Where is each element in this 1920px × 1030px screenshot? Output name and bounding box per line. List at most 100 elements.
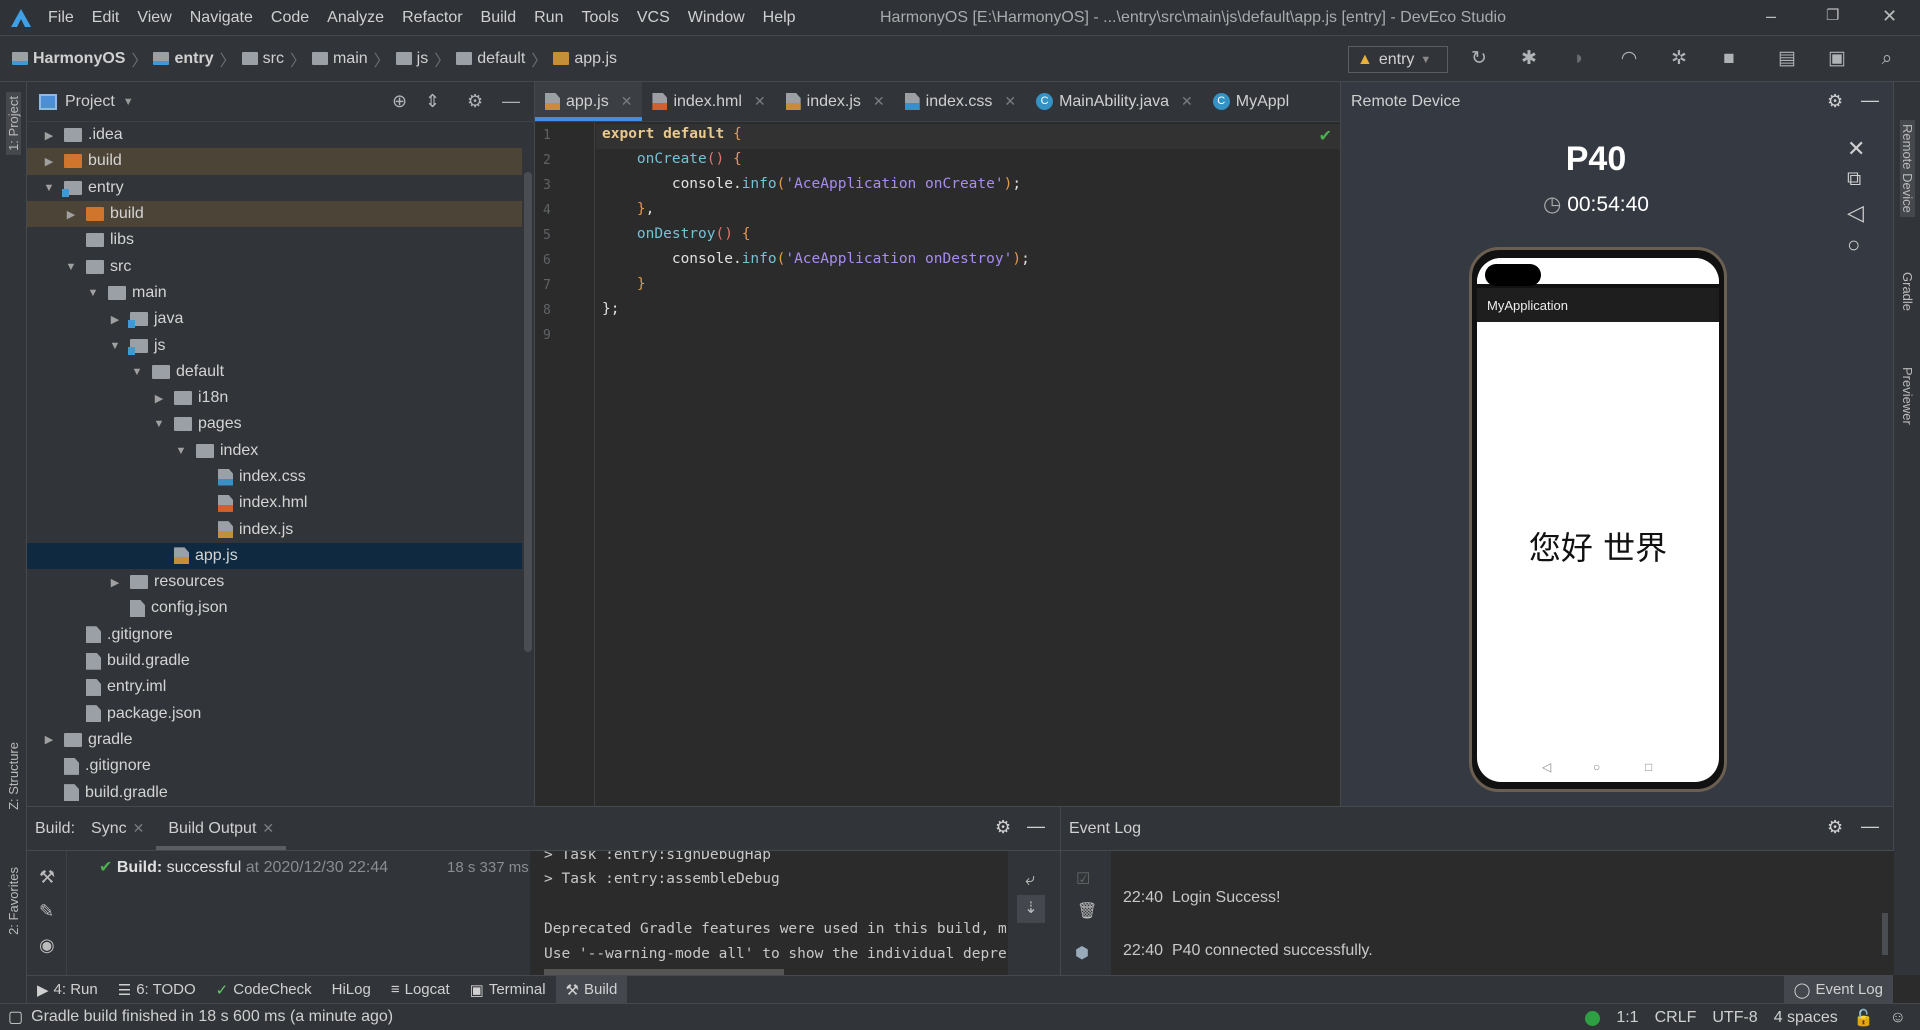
close-icon[interactable]: ✕ [1004, 93, 1016, 110]
menu-vcs[interactable]: VCS [637, 9, 670, 27]
status-panel-icon[interactable]: ▢ [8, 1007, 23, 1027]
minimize-button[interactable]: – [1766, 6, 1776, 27]
tree-item[interactable]: config.json [27, 595, 522, 621]
code-line-2[interactable]: onCreate() { [602, 151, 742, 167]
menu-help[interactable]: Help [763, 9, 796, 27]
tree-item[interactable]: ▼ index [27, 438, 522, 464]
hide-icon[interactable]: — [1861, 816, 1879, 837]
chevron-down-icon[interactable]: ▼ [152, 418, 166, 430]
build-status-row[interactable]: ✔ Build: successful at 2020/12/30 22:44 [99, 857, 388, 877]
tab-index-js[interactable]: index.js ✕ [776, 82, 895, 121]
rotate-icon[interactable]: ⧉ [1847, 168, 1861, 191]
gradle-tool-tab[interactable]: Gradle [1900, 272, 1915, 311]
chevron-right-icon[interactable]: ▶ [42, 129, 56, 142]
tree-item[interactable]: index.js [27, 516, 522, 542]
menu-view[interactable]: View [137, 9, 171, 27]
nav-recent-icon[interactable]: □ [1645, 760, 1652, 774]
chevron-right-icon[interactable]: ▶ [42, 155, 56, 168]
previewer-tool-tab[interactable]: Previewer [1900, 367, 1915, 425]
project-structure-icon[interactable]: ▤ [1776, 48, 1798, 70]
stop-icon[interactable]: ■ [1718, 48, 1740, 70]
menu-window[interactable]: Window [688, 9, 745, 27]
restore-button[interactable]: ❐ [1826, 6, 1839, 24]
close-icon[interactable]: ✕ [262, 820, 274, 837]
breadcrumb-harmonyos[interactable]: HarmonyOS [33, 50, 125, 68]
tab-sync[interactable]: Sync ✕ [79, 807, 156, 850]
device-screen[interactable]: MyApplication 您好 世界 ◁ ○ □ [1477, 258, 1719, 782]
tree-item[interactable]: ▼ entry [27, 175, 522, 201]
tab-build-output[interactable]: Build Output ✕ [156, 807, 286, 850]
tree-item[interactable]: ▶ build [27, 200, 522, 228]
tree-item[interactable]: .gitignore [27, 753, 522, 779]
soft-wrap-icon[interactable]: ⤶ [1025, 869, 1035, 890]
breadcrumb-src[interactable]: src [263, 50, 284, 68]
pin-icon[interactable]: ✎ [39, 901, 54, 922]
chevron-down-icon[interactable]: ▼ [130, 366, 144, 378]
chevron-right-icon[interactable]: ▶ [108, 576, 122, 589]
menu-run[interactable]: Run [534, 9, 563, 27]
nav-back-icon[interactable]: ◁ [1542, 760, 1551, 774]
tree-item[interactable]: ▶ i18n [27, 385, 522, 411]
tree-item[interactable]: ▼ default [27, 359, 522, 385]
locate-icon[interactable]: ⊕ [392, 91, 407, 112]
collapse-all-icon[interactable]: ⇕ [425, 91, 440, 112]
tool-event-log[interactable]: ◯ Event Log [1783, 976, 1893, 1003]
code-line-5[interactable]: onDestroy() { [602, 226, 751, 242]
code-line-3[interactable]: console.info('AceApplication onCreate'); [602, 176, 1021, 192]
tree-item[interactable]: ▶ .idea [27, 122, 522, 148]
code-line-4[interactable]: }, [602, 201, 654, 217]
eye-icon[interactable]: ◉ [39, 935, 55, 956]
menu-build[interactable]: Build [481, 9, 517, 27]
gear-icon[interactable]: ⚙ [1827, 91, 1843, 112]
back-icon[interactable]: ◁ [1847, 200, 1864, 226]
project-view-selector[interactable]: Project [65, 93, 115, 111]
tree-item[interactable]: ▶ java [27, 306, 522, 332]
run-icon[interactable]: ↻ [1468, 48, 1490, 70]
file-encoding[interactable]: UTF-8 [1712, 1009, 1757, 1027]
tree-item[interactable]: index.css [27, 464, 522, 490]
search-icon[interactable]: ⌕ [1876, 48, 1898, 70]
breadcrumb-main[interactable]: main [333, 50, 368, 68]
code-line-8[interactable]: }; [602, 301, 619, 317]
structure-tool-tab[interactable]: Z: Structure [6, 742, 21, 810]
close-icon[interactable]: ✕ [133, 820, 145, 837]
favorites-tool-tab[interactable]: 2: Favorites [6, 867, 21, 935]
trash-icon[interactable]: 🗑 [1077, 901, 1097, 921]
breadcrumb-default[interactable]: default [477, 50, 525, 68]
hide-icon[interactable]: — [502, 91, 520, 112]
close-window-button[interactable]: ✕ [1882, 6, 1897, 27]
close-icon[interactable]: ✕ [873, 93, 885, 110]
hammer-icon[interactable]: ⚒ [39, 867, 55, 888]
code-line-6[interactable]: console.info('AceApplication onDestroy')… [602, 251, 1030, 267]
tree-item[interactable]: .gitignore [27, 622, 522, 648]
tab-app-js[interactable]: app.js ✕ [535, 82, 643, 121]
tree-item[interactable]: ▶ gradle [27, 727, 522, 753]
gear-icon[interactable]: ⚙ [1827, 817, 1843, 838]
line-separator[interactable]: CRLF [1655, 1009, 1697, 1027]
debug-icon[interactable]: ✱ [1518, 48, 1540, 70]
chevron-down-icon[interactable]: ▼ [42, 182, 56, 194]
tree-item[interactable]: ▼ pages [27, 411, 522, 437]
tool-run[interactable]: ▶ 4: Run [27, 976, 108, 1003]
tree-item[interactable]: ▼ src [27, 253, 522, 279]
hide-icon[interactable]: — [1861, 90, 1879, 111]
code-line-7[interactable]: } [602, 276, 646, 292]
status-message[interactable]: Gradle build finished in 18 s 600 ms (a … [31, 1008, 393, 1026]
chevron-down-icon[interactable]: ▼ [64, 261, 78, 273]
indent-setting[interactable]: 4 spaces [1774, 1009, 1838, 1027]
device-manager-icon[interactable]: ▣ [1826, 48, 1848, 70]
project-scrollbar[interactable] [524, 172, 532, 652]
nav-home-icon[interactable]: ○ [1593, 760, 1600, 774]
close-icon[interactable]: ✕ [1847, 136, 1865, 162]
chevron-down-icon[interactable]: ▼ [174, 445, 188, 457]
tree-item[interactable]: ▼ main [27, 280, 522, 306]
tab-mainability-java[interactable]: C MainAbility.java ✕ [1026, 82, 1203, 121]
home-icon[interactable]: ○ [1847, 232, 1860, 258]
tree-item[interactable]: index.hml [27, 490, 522, 516]
settings-icon[interactable]: ⬢ [1075, 943, 1089, 963]
menu-navigate[interactable]: Navigate [190, 9, 253, 27]
tab-index-hml[interactable]: index.hml ✕ [642, 82, 775, 121]
tab-myappl[interactable]: C MyAppl [1203, 82, 1299, 121]
event-log-scrollbar[interactable] [1882, 913, 1888, 955]
menu-analyze[interactable]: Analyze [327, 9, 384, 27]
